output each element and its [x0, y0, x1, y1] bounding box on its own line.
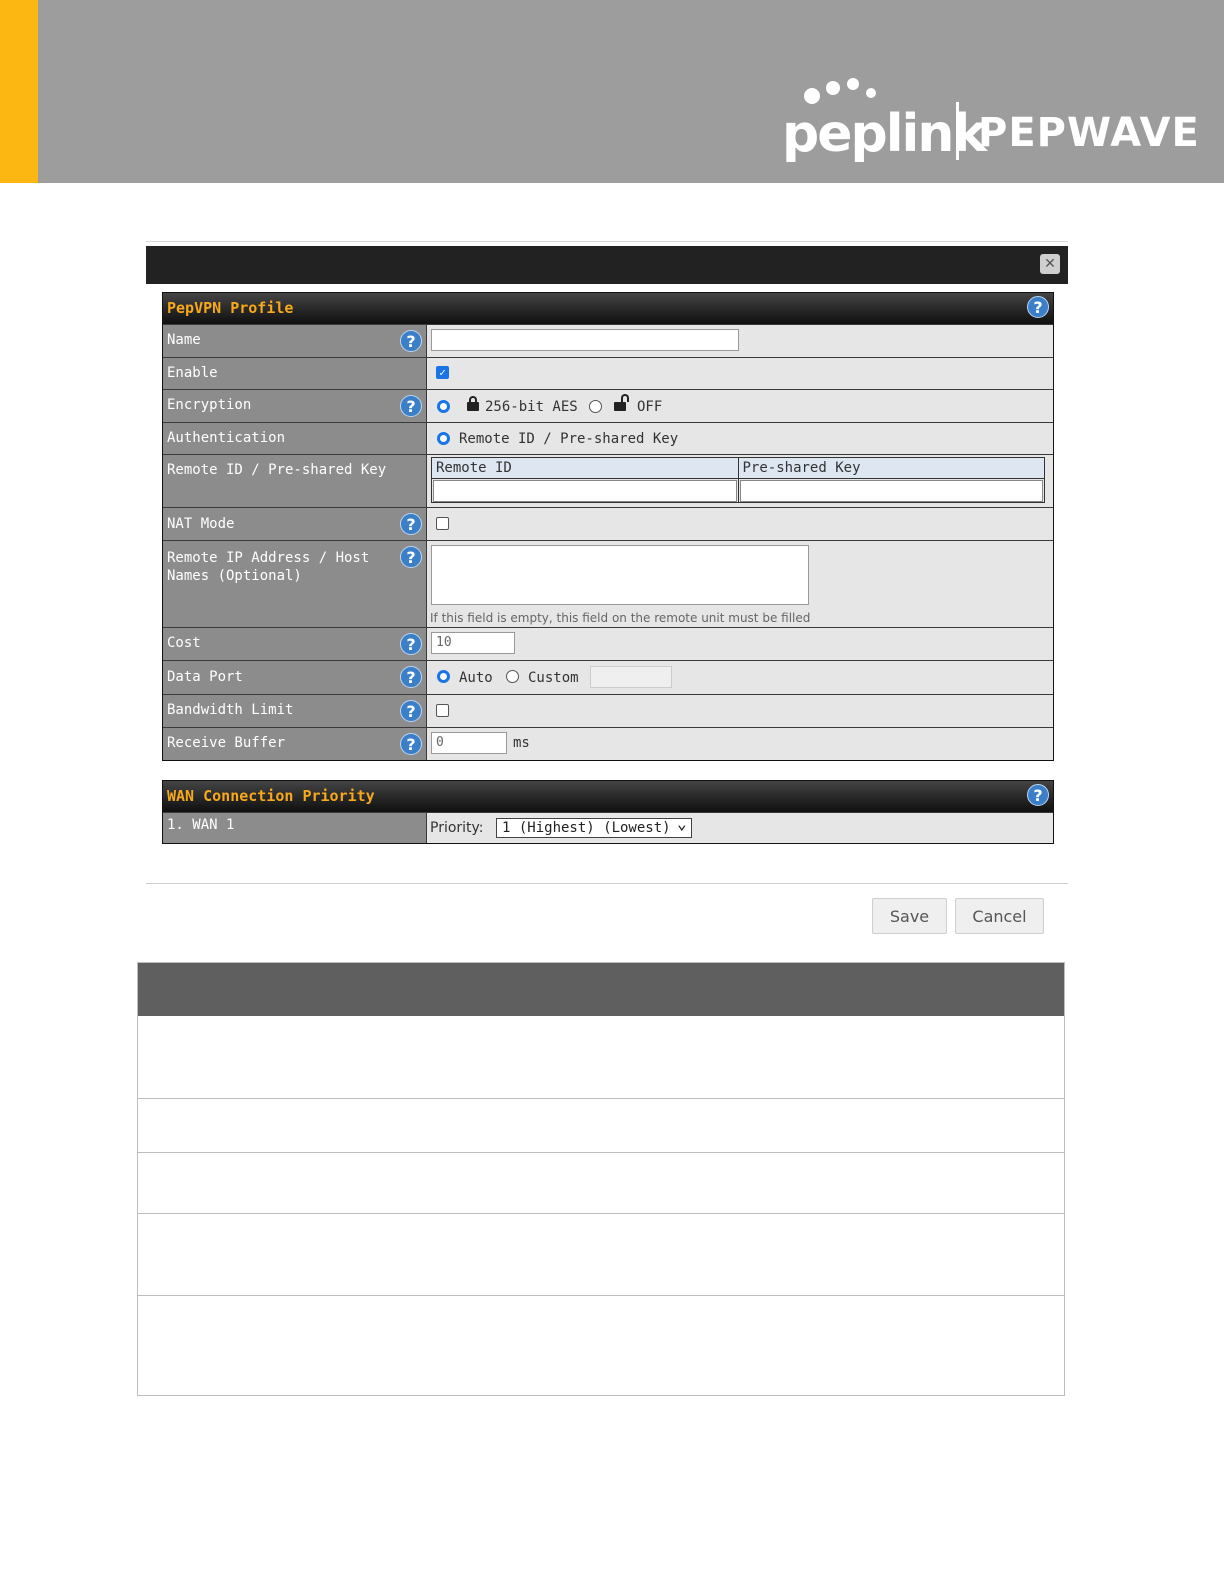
nat-mode-checkbox[interactable]: [436, 517, 449, 530]
help-icon[interactable]: ?: [400, 546, 422, 568]
save-button[interactable]: Save: [872, 898, 947, 934]
bandwidth-limit-checkbox[interactable]: [436, 704, 449, 717]
row-wan1: 1. WAN 1 Priority: 1 (Highest) (Lowest): [163, 812, 1053, 843]
panel-title: PepVPN Profile: [167, 299, 294, 317]
row-nat-mode: NAT Mode?: [163, 507, 1053, 540]
cancel-button[interactable]: Cancel: [955, 898, 1044, 934]
encryption-off-radio[interactable]: [589, 400, 602, 413]
help-icon[interactable]: ?: [1027, 296, 1049, 318]
row-label: Name: [167, 332, 201, 348]
data-port-custom-label: Custom: [528, 670, 579, 686]
description-table: [137, 962, 1065, 1396]
row-label: Receive Buffer: [167, 735, 286, 751]
row-label: Data Port: [167, 669, 243, 685]
dialog-top-line: [146, 241, 1068, 242]
auth-remote-id-radio[interactable]: [437, 432, 450, 445]
lock-icon: [467, 396, 479, 411]
remote-ip-textarea[interactable]: [431, 545, 809, 605]
pepwave-wordmark: PEPWAVE: [978, 110, 1200, 156]
row-receive-buffer: Receive Buffer? 0 ms: [163, 727, 1053, 760]
panel-header: WAN Connection Priority ?: [163, 781, 1053, 812]
dialog-footer-divider: [146, 883, 1068, 884]
data-port-auto-label: Auto: [459, 670, 493, 686]
table-row: [138, 1098, 1064, 1152]
row-cost: Cost? 10: [163, 627, 1053, 660]
header-accent-stripe: [0, 0, 38, 183]
help-icon[interactable]: ?: [400, 330, 422, 352]
row-authentication: Authentication Remote ID / Pre-shared Ke…: [163, 422, 1053, 454]
receive-buffer-input[interactable]: 0: [431, 732, 507, 754]
enable-checkbox[interactable]: ✓: [436, 366, 449, 379]
row-label: Cost: [167, 635, 201, 651]
table-header: [138, 963, 1064, 1016]
help-icon[interactable]: ?: [400, 733, 422, 755]
table-row: [138, 1295, 1064, 1397]
row-remote-id-psk: Remote ID / Pre-shared Key Remote ID Pre…: [163, 454, 1053, 507]
table-row: [138, 1016, 1064, 1098]
custom-port-input[interactable]: [590, 666, 672, 688]
panel-header: PepVPN Profile ?: [163, 293, 1053, 324]
help-icon[interactable]: ?: [400, 395, 422, 417]
encryption-aes-label: 256-bit AES: [485, 399, 578, 415]
row-label: Authentication: [167, 430, 286, 446]
psk-header: Pre-shared Key: [738, 458, 1044, 479]
row-label: 1. WAN 1: [167, 817, 235, 833]
help-icon[interactable]: ?: [400, 666, 422, 688]
priority-select[interactable]: 1 (Highest) (Lowest): [496, 815, 692, 838]
peplink-pepwave-logo: peplink PEPWAVE: [782, 78, 1202, 168]
dialog-title-bar: ✕: [146, 246, 1068, 284]
pepvpn-profile-panel: PepVPN Profile ? Name? Enable ✓ Encrypti…: [162, 292, 1054, 761]
row-bandwidth-limit: Bandwidth Limit?: [163, 694, 1053, 727]
row-remote-ip: Remote IP Address / Host Names (Optional…: [163, 540, 1053, 627]
help-icon[interactable]: ?: [400, 633, 422, 655]
remote-ip-hint: If this field is empty, this field on th…: [430, 611, 811, 625]
row-data-port: Data Port? Auto Custom: [163, 660, 1053, 694]
remote-id-header: Remote ID: [432, 458, 738, 479]
data-port-custom-radio[interactable]: [506, 670, 519, 683]
psk-input[interactable]: [739, 480, 1043, 502]
cost-input[interactable]: 10: [431, 632, 515, 654]
peplink-wordmark: peplink: [782, 104, 987, 164]
row-encryption: Encryption? 256-bit AES OFF: [163, 389, 1053, 422]
help-icon[interactable]: ?: [400, 513, 422, 535]
remote-id-psk-table: Remote ID Pre-shared Key: [431, 457, 1045, 503]
row-enable: Enable ✓: [163, 357, 1053, 389]
remote-id-input[interactable]: [433, 480, 737, 502]
unlock-icon: [614, 394, 629, 411]
panel-title: WAN Connection Priority: [167, 787, 375, 805]
receive-buffer-unit: ms: [513, 735, 530, 751]
row-label: Bandwidth Limit: [167, 702, 294, 718]
help-icon[interactable]: ?: [1027, 784, 1049, 806]
wan-priority-panel: WAN Connection Priority ? 1. WAN 1 Prior…: [162, 780, 1054, 844]
row-label: Enable: [167, 365, 218, 381]
table-row: [138, 1152, 1064, 1213]
name-input[interactable]: [431, 329, 739, 351]
table-row: [138, 1213, 1064, 1295]
row-label: Remote ID / Pre-shared Key: [167, 462, 387, 478]
encryption-aes-radio[interactable]: [437, 400, 450, 413]
help-icon[interactable]: ?: [400, 700, 422, 722]
priority-label: Priority:: [430, 820, 484, 836]
encryption-off-label: OFF: [637, 399, 663, 415]
data-port-auto-radio[interactable]: [437, 670, 450, 683]
row-name: Name?: [163, 324, 1053, 357]
close-icon[interactable]: ✕: [1040, 254, 1060, 274]
row-label: Encryption: [167, 397, 252, 413]
row-label: NAT Mode: [167, 516, 235, 532]
logo-divider: [956, 102, 959, 160]
auth-remote-id-label: Remote ID / Pre-shared Key: [459, 431, 679, 447]
row-label: Remote IP Address / Host Names (Optional…: [167, 550, 370, 584]
